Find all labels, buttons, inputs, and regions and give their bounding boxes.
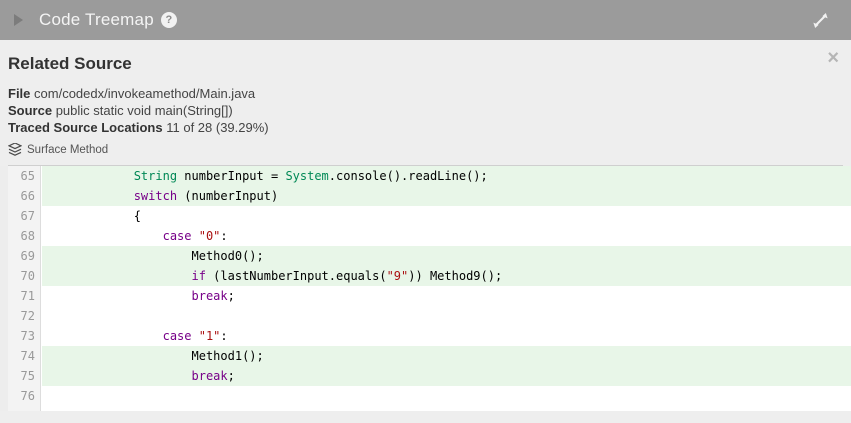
code-line: 68 case "0": (8, 226, 851, 246)
code-line: 74 Method1(); (8, 346, 851, 366)
code-line: 71 break; (8, 286, 851, 306)
surface-method-label: Surface Method (27, 144, 108, 156)
code-line: 72 (8, 306, 851, 326)
code-line: 69 Method0(); (8, 246, 851, 266)
line-number: 73 (8, 326, 41, 346)
code-line: 73 case "1": (8, 326, 851, 346)
related-source-panel: × Related Source File com/codedx/invokea… (0, 40, 851, 166)
line-number: 70 (8, 266, 41, 286)
surface-method-badge: Surface Method (8, 143, 843, 156)
line-number: 69 (8, 246, 41, 266)
code-line-text: case "1": (42, 326, 851, 346)
code-line-text: String numberInput = System.console().re… (42, 166, 851, 186)
source-value: public static void main(String[]) (56, 103, 233, 118)
code-line-text: { (42, 206, 851, 226)
line-number: 76 (8, 386, 41, 406)
code-viewer[interactable]: 65 String numberInput = System.console()… (0, 166, 851, 411)
related-source-heading: Related Source (8, 54, 843, 74)
code-line: 75 break; (8, 366, 851, 386)
source-field: Source public static void main(String[]) (8, 103, 843, 119)
expand-icon[interactable] (812, 12, 829, 34)
file-label: File (8, 86, 30, 101)
source-label: Source (8, 103, 52, 118)
code-line-text: if (lastNumberInput.equals("9")) Method9… (42, 266, 851, 286)
traced-locations-field: Traced Source Locations 11 of 28 (39.29%… (8, 120, 843, 136)
code-line-text (42, 386, 851, 406)
file-field: File com/codedx/invokeamethod/Main.java (8, 86, 843, 102)
code-line-text: Method0(); (42, 246, 851, 266)
code-line: 65 String numberInput = System.console()… (8, 166, 851, 186)
traced-locations-value: 11 of 28 (39.29%) (166, 120, 268, 135)
help-icon[interactable]: ? (161, 12, 177, 28)
code-line-text: break; (42, 286, 851, 306)
code-line-text (42, 306, 851, 326)
line-number: 74 (8, 346, 41, 366)
code-line-text: switch (numberInput) (42, 186, 851, 206)
traced-locations-label: Traced Source Locations (8, 120, 163, 135)
code-line-text: Method1(); (42, 346, 851, 366)
code-line: 67 { (8, 206, 851, 226)
code-line-text: case "0": (42, 226, 851, 246)
line-number: 71 (8, 286, 41, 306)
line-number: 75 (8, 366, 41, 386)
close-icon[interactable]: × (827, 50, 839, 66)
line-number: 66 (8, 186, 41, 206)
layers-icon (8, 143, 22, 156)
line-number: 65 (8, 166, 41, 186)
code-line: 70 if (lastNumberInput.equals("9")) Meth… (8, 266, 851, 286)
line-number: 72 (8, 306, 41, 326)
line-number: 68 (8, 226, 41, 246)
code-line: 76 (8, 386, 851, 406)
file-value: com/codedx/invokeamethod/Main.java (34, 86, 255, 101)
collapse-triangle-icon[interactable] (14, 14, 23, 26)
line-number: 67 (8, 206, 41, 226)
panel-title: Code Treemap (39, 10, 154, 30)
code-lines: 65 String numberInput = System.console()… (8, 166, 851, 406)
panel-header: Code Treemap ? (0, 0, 851, 40)
code-line-text: break; (42, 366, 851, 386)
code-line: 66 switch (numberInput) (8, 186, 851, 206)
